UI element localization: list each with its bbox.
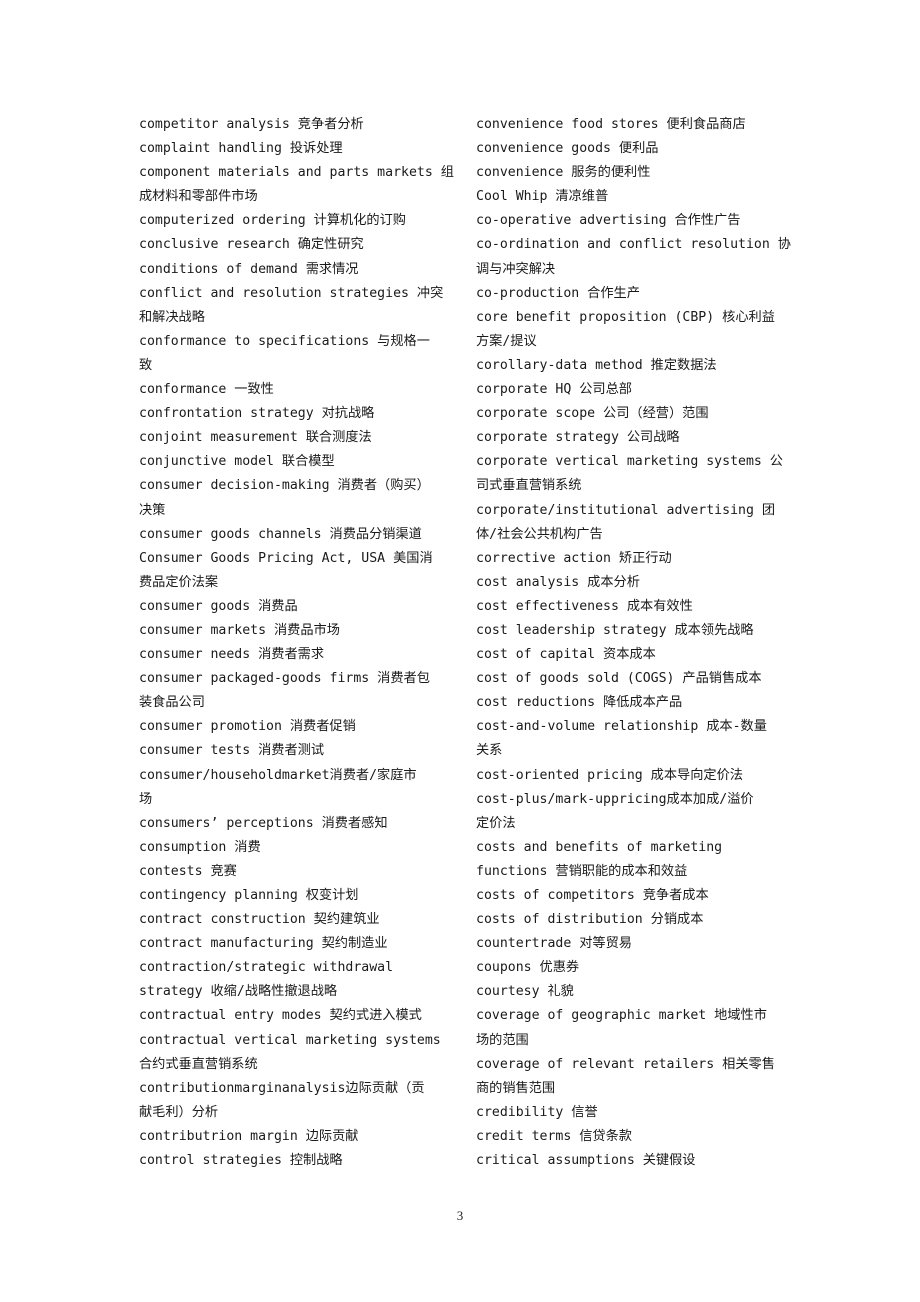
- glossary-line: coverage of geographic market 地域性市: [476, 1008, 767, 1024]
- glossary-line: contraction/strategic withdrawal: [139, 960, 394, 976]
- glossary-line: corporate/institutional advertising 团: [476, 502, 776, 518]
- page-number: 3: [456, 1208, 464, 1223]
- glossary-line: consumer goods 消费品: [139, 598, 298, 614]
- glossary-line: conjunctive model 联合模型: [139, 454, 335, 470]
- glossary-line: 司式垂直营销系统: [476, 478, 582, 494]
- glossary-line: contests 竞赛: [139, 863, 237, 879]
- glossary-line: conditions of demand 需求情况: [139, 261, 359, 277]
- glossary-line: consumer packaged-goods firms 消费者包: [139, 671, 430, 687]
- glossary-line: 费品定价法案: [139, 574, 219, 590]
- glossary-line: 关系: [476, 743, 503, 759]
- glossary-line: co-production 合作生产: [476, 285, 640, 301]
- glossary-line: cost-and-volume relationship 成本-数量: [476, 719, 767, 735]
- glossary-line: corporate strategy 公司战略: [476, 430, 680, 446]
- glossary-line: consumer tests 消费者测试: [139, 743, 325, 759]
- glossary-line: consumer/householdmarket消费者/家庭市: [139, 767, 417, 783]
- glossary-line: contractual vertical marketing systems: [139, 1032, 441, 1048]
- glossary-line: convenience food stores 便利食品商店: [476, 117, 746, 132]
- glossary-line: corporate vertical marketing systems 公: [476, 454, 783, 470]
- glossary-line: 成材料和零部件市场: [139, 189, 258, 205]
- glossary-line: consumers’ perceptions 消费者感知: [139, 815, 388, 831]
- glossary-line: countertrade 对等贸易: [476, 936, 632, 952]
- glossary-line: consumer needs 消费者需求: [139, 647, 325, 663]
- glossary-line: credit terms 信贷条款: [476, 1128, 632, 1144]
- glossary-line: costs of competitors 竞争者成本: [476, 888, 709, 903]
- glossary-line: confrontation strategy 对抗战略: [139, 406, 375, 422]
- glossary-line: functions 营销职能的成本和效益: [476, 863, 688, 879]
- glossary-line: cost reductions 降低成本产品: [476, 695, 683, 711]
- glossary-line: co-ordination and conflict resolution 协: [476, 237, 791, 253]
- glossary-line: 和解决战略: [139, 309, 205, 325]
- glossary-line: consumer markets 消费品市场: [139, 622, 340, 638]
- glossary-line: computerized ordering 计算机化的订购: [139, 213, 406, 229]
- glossary-line: cost-oriented pricing 成本导向定价法: [476, 767, 743, 783]
- glossary-line: 装食品公司: [139, 695, 205, 711]
- glossary-line: strategy 收缩/战略性撤退战略: [139, 984, 338, 1000]
- glossary-line: contract construction 契约建筑业: [139, 912, 380, 928]
- glossary-line: consumption 消费: [139, 839, 261, 855]
- glossary-line: 方案/提议: [476, 333, 537, 349]
- glossary-line: conformance to specifications 与规格一: [139, 333, 430, 349]
- glossary-line: critical assumptions 关键假设: [476, 1153, 696, 1169]
- glossary-line: consumer goods channels 消费品分销渠道: [139, 526, 422, 542]
- glossary-line: cost-plus/mark-uppricing成本加成/溢价: [476, 791, 754, 807]
- glossary-line: contributionmarginanalysis边际贡献（贡: [139, 1080, 425, 1096]
- glossary-line: convenience goods 便利品: [476, 141, 659, 157]
- glossary-line: corollary-data method 推定数据法: [476, 357, 717, 373]
- glossary-line: 定价法: [476, 815, 516, 831]
- glossary-line: 体/社会公共机构广告: [476, 526, 603, 542]
- glossary-line: cost leadership strategy 成本领先战略: [476, 622, 754, 638]
- glossary-line: conformance 一致性: [139, 382, 274, 398]
- glossary-line: cost of goods sold (COGS) 产品销售成本: [476, 671, 762, 687]
- glossary-line: contributrion margin 边际贡献: [139, 1128, 359, 1144]
- glossary-line: Cool Whip 清凉维普: [476, 189, 609, 205]
- glossary-line: costs of distribution 分销成本: [476, 912, 704, 928]
- glossary-line: cost effectiveness 成本有效性: [476, 598, 693, 614]
- glossary-line: conclusive research 确定性研究: [139, 237, 364, 253]
- glossary-line: coverage of relevant retailers 相关零售: [476, 1056, 775, 1072]
- glossary-line: corporate HQ 公司总部: [476, 382, 632, 398]
- document-page: competitor analysis 竞争者分析 complaint handl…: [0, 0, 920, 1302]
- glossary-line: Consumer Goods Pricing Act, USA 美国消: [139, 550, 433, 566]
- glossary-line: contingency planning 权变计划: [139, 888, 359, 903]
- glossary-line: 决策: [139, 502, 166, 518]
- glossary-line: 合约式垂直营销系统: [139, 1056, 258, 1072]
- glossary-line: costs and benefits of marketing: [476, 839, 723, 855]
- glossary-line: 致: [139, 357, 153, 373]
- glossary-line: cost analysis 成本分析: [476, 574, 640, 590]
- glossary-line: contractual entry modes 契约式进入模式: [139, 1008, 422, 1024]
- glossary-line: courtesy 礼貌: [476, 984, 574, 1000]
- glossary-right-column: convenience food stores 便利食品商店 convenienc…: [476, 113, 792, 1173]
- glossary-line: convenience 服务的便利性: [476, 165, 651, 181]
- glossary-line: coupons 优惠券: [476, 960, 580, 976]
- glossary-line: competitor analysis 竞争者分析: [139, 117, 364, 132]
- glossary-line: cost of capital 资本成本: [476, 647, 656, 663]
- glossary-line: 场的范围: [476, 1032, 529, 1048]
- glossary-line: complaint handling 投诉处理: [139, 141, 343, 157]
- glossary-line: consumer promotion 消费者促销: [139, 719, 356, 735]
- glossary-line: conjoint measurement 联合测度法: [139, 430, 372, 446]
- glossary-line: co-operative advertising 合作性广告: [476, 213, 741, 229]
- glossary-line: 场: [139, 791, 153, 807]
- glossary-line: core benefit proposition (CBP) 核心利益: [476, 309, 775, 325]
- glossary-line: corrective action 矫正行动: [476, 550, 672, 566]
- glossary-line: 献毛利）分析: [139, 1104, 219, 1120]
- glossary-line: component materials and parts markets 组: [139, 165, 454, 181]
- glossary-left-column: competitor analysis 竞争者分析 complaint handl…: [139, 113, 455, 1173]
- glossary-line: 调与冲突解决: [476, 261, 556, 277]
- glossary-line: control strategies 控制战略: [139, 1153, 343, 1169]
- glossary-line: credibility 信誉: [476, 1104, 598, 1120]
- glossary-line: contract manufacturing 契约制造业: [139, 936, 388, 952]
- glossary-line: conflict and resolution strategies 冲突: [139, 285, 444, 301]
- glossary-line: 商的销售范围: [476, 1080, 556, 1096]
- glossary-line: consumer decision-making 消费者（购买）: [139, 478, 430, 494]
- glossary-line: corporate scope 公司（经营）范围: [476, 406, 709, 422]
